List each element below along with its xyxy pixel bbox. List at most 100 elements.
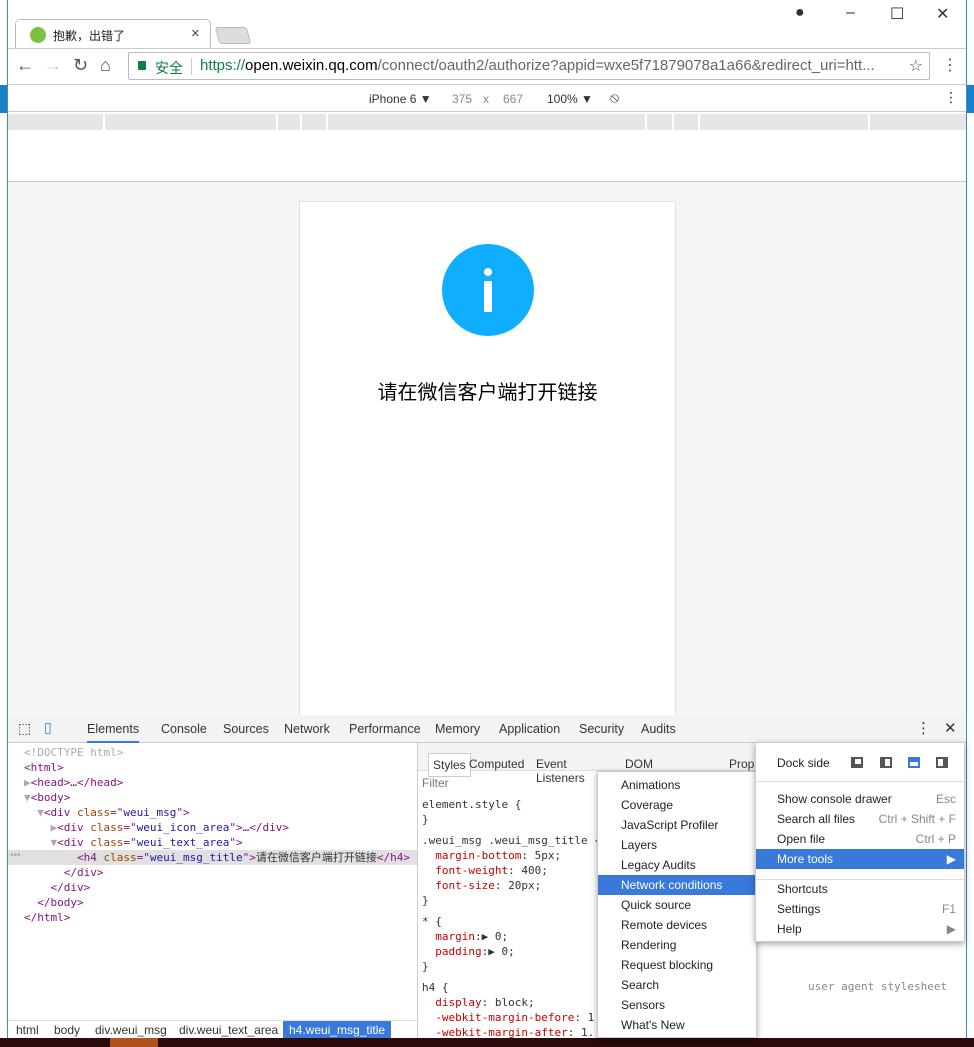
undock-icon[interactable]: [851, 757, 863, 768]
menu-item-rendering[interactable]: Rendering: [598, 935, 756, 955]
menu-item-show-console-drawer[interactable]: Show console drawer Esc: [756, 789, 964, 809]
menu-item-help[interactable]: Help ▶: [756, 919, 964, 939]
style-line: margin-bottom: 5px;: [422, 848, 601, 863]
home-icon[interactable]: ⌂: [100, 55, 111, 76]
breadcrumb-item[interactable]: div.weui_msg: [89, 1023, 173, 1037]
zoom-select[interactable]: 100% ▼: [547, 92, 593, 106]
menu-item-open-file[interactable]: Open file Ctrl + P: [756, 829, 964, 849]
minimize-button[interactable]: –: [846, 4, 855, 22]
menu-item-what-s-new[interactable]: What's New: [598, 1015, 756, 1035]
devtools-menu-icon[interactable]: ⋮: [916, 719, 931, 737]
styles-pane: element.style {} .weui_msg .weui_msg_titl…: [422, 797, 601, 1040]
styles-tab[interactable]: Event Listeners: [536, 757, 585, 785]
style-token: : 5px;: [521, 849, 562, 862]
breadcrumb-item[interactable]: h4.weui_msg_title: [283, 1021, 392, 1039]
tab-performance[interactable]: Performance: [349, 722, 421, 736]
menu-item-label: Animations: [621, 778, 681, 792]
browser-menu-icon[interactable]: ⋮: [942, 55, 958, 75]
tab-application[interactable]: Application: [499, 722, 560, 736]
style-token: -webkit-margin-before: [422, 1011, 575, 1024]
tab-console[interactable]: Console: [161, 722, 207, 736]
forward-icon[interactable]: →: [44, 55, 62, 76]
dom-node[interactable]: </div>: [24, 880, 410, 895]
dock-left-icon[interactable]: [880, 757, 892, 768]
divider: [191, 58, 192, 75]
height-input[interactable]: 667: [503, 92, 523, 106]
dom-node[interactable]: </body>: [24, 895, 410, 910]
menu-item-legacy-audits[interactable]: Legacy Audits: [598, 855, 756, 875]
close-tab-icon[interactable]: ×: [191, 25, 200, 42]
close-window-button[interactable]: ✕: [936, 4, 949, 24]
menu-item-more-tools[interactable]: More tools ▶: [756, 849, 964, 869]
profile-icon[interactable]: ●: [795, 4, 805, 22]
tab-security[interactable]: Security: [579, 722, 624, 736]
dom-token: class: [103, 851, 137, 864]
dom-token: <div: [57, 821, 91, 834]
styles-tab[interactable]: Prop: [729, 757, 754, 771]
menu-item-label: Help: [777, 922, 802, 936]
dom-token: ">: [229, 836, 243, 849]
bookmark-star-icon[interactable]: ☆: [909, 56, 923, 76]
close-devtools-icon[interactable]: ✕: [944, 719, 957, 737]
dom-node[interactable]: </html>: [24, 910, 410, 925]
tab-elements[interactable]: Elements: [87, 722, 140, 743]
styles-tab[interactable]: Computed: [469, 757, 524, 771]
menu-item-label: Search: [621, 978, 660, 992]
styles-tab[interactable]: Styles: [428, 753, 471, 777]
device-select[interactable]: iPhone 6 ▼: [369, 92, 432, 106]
menu-item-animations[interactable]: Animations: [598, 775, 756, 795]
menu-item-label: What's New: [621, 1018, 685, 1032]
menu-item-shortcuts[interactable]: Shortcuts: [756, 879, 964, 899]
dom-token: =": [136, 851, 150, 864]
menu-item-remote-devices[interactable]: Remote devices: [598, 915, 756, 935]
menu-item-search-all-files[interactable]: Search all files Ctrl + Shift + F: [756, 809, 964, 829]
dom-node[interactable]: </div>: [24, 865, 410, 880]
dom-node[interactable]: ▼<div class="weui_text_area">: [24, 835, 410, 850]
rotate-icon[interactable]: ⦸: [610, 89, 619, 106]
device-toggle-icon[interactable]: ▯: [44, 719, 52, 736]
dock-right-icon[interactable]: [936, 757, 948, 768]
styles-filter-input[interactable]: Filter: [422, 776, 449, 790]
breadcrumb-item[interactable]: body: [48, 1023, 86, 1037]
dom-node[interactable]: ▼<body>: [24, 790, 410, 805]
back-icon[interactable]: ←: [16, 55, 34, 76]
more-icon[interactable]: •••: [10, 850, 21, 861]
breadcrumb-item[interactable]: html: [10, 1023, 45, 1037]
dom-node[interactable]: ▶<div class="weui_icon_area">…</div>: [24, 820, 410, 835]
media-query-bar[interactable]: [8, 114, 966, 130]
menu-item-search[interactable]: Search: [598, 975, 756, 995]
dom-node[interactable]: <!DOCTYPE html>: [24, 745, 410, 760]
menu-item-quick-source[interactable]: Quick source: [598, 895, 756, 915]
dom-indent: ▶: [24, 821, 58, 834]
menu-item-coverage[interactable]: Coverage: [598, 795, 756, 815]
tab-memory[interactable]: Memory: [435, 722, 480, 736]
dom-node[interactable]: ▶<head>…</head>: [24, 775, 410, 790]
reload-icon[interactable]: ↻: [73, 55, 88, 76]
menu-item-request-blocking[interactable]: Request blocking: [598, 955, 756, 975]
times-label: x: [483, 92, 489, 106]
browser-tab[interactable]: 抱歉，出错了 ×: [15, 19, 211, 49]
maximize-button[interactable]: ☐: [890, 4, 904, 24]
new-tab-button[interactable]: [214, 27, 252, 44]
dom-node[interactable]: <h4 class="weui_msg_title">请在微信客户端打开链接</…: [24, 850, 410, 865]
dock-bottom-icon[interactable]: [908, 757, 920, 768]
tab-network[interactable]: Network: [284, 722, 330, 736]
menu-item-settings[interactable]: Settings F1: [756, 899, 964, 919]
menu-item-network-conditions[interactable]: Network conditions: [598, 875, 756, 895]
address-bar[interactable]: 安全 https://open.weixin.qq.com/connect/oa…: [128, 52, 930, 80]
dom-node[interactable]: <html>: [24, 760, 410, 775]
device-toolbar-menu-icon[interactable]: ⋮: [944, 89, 958, 106]
menu-item-sensors[interactable]: Sensors: [598, 995, 756, 1015]
width-input[interactable]: 375: [452, 92, 472, 106]
dom-node[interactable]: ▼<div class="weui_msg">: [24, 805, 410, 820]
inspect-element-icon[interactable]: ⬚: [18, 720, 31, 737]
page-message: 请在微信客户端打开链接: [377, 382, 598, 404]
menu-item-javascript-profiler[interactable]: JavaScript Profiler: [598, 815, 756, 835]
divider[interactable]: [417, 742, 418, 1038]
dom-token: <div: [57, 836, 91, 849]
menu-item-layers[interactable]: Layers: [598, 835, 756, 855]
tab-audits[interactable]: Audits: [641, 722, 676, 736]
tab-sources[interactable]: Sources: [223, 722, 269, 736]
style-token: }: [422, 960, 429, 973]
breadcrumb-item[interactable]: div.weui_text_area: [173, 1023, 284, 1037]
